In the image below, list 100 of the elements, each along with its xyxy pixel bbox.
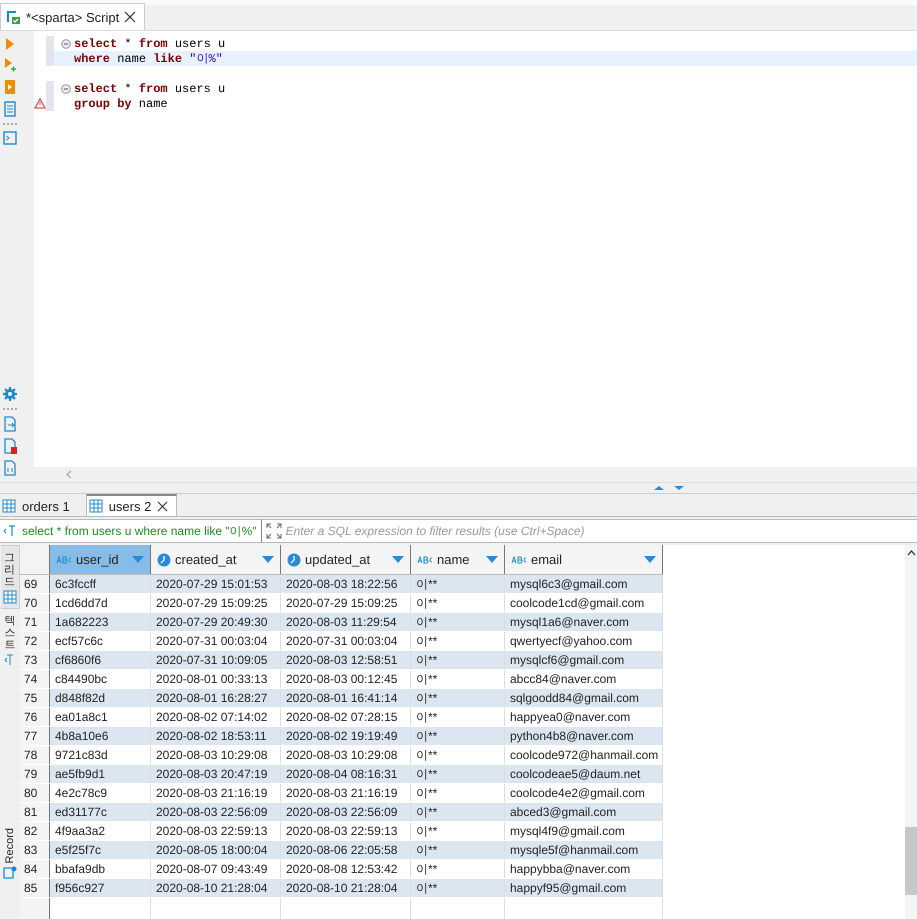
row-number: 85 bbox=[20, 878, 50, 898]
terminal-icon[interactable] bbox=[3, 131, 17, 145]
table-cell: 이** bbox=[410, 688, 504, 708]
maximize-icon[interactable] bbox=[652, 485, 666, 491]
table-cell: sqlgoodd84@gmail.com bbox=[504, 688, 662, 708]
editor-tab[interactable]: *<sparta> Script bbox=[0, 3, 146, 30]
code-line: select * from users u bbox=[74, 82, 226, 96]
table-cell: 2020-08-03 22:56:09 bbox=[150, 802, 280, 822]
filter-input[interactable]: Enter a SQL expression to filter results (use Ctrl+Space) bbox=[286, 519, 917, 543]
sort-dropdown-icon[interactable] bbox=[644, 556, 656, 563]
row-number: 72 bbox=[20, 632, 50, 650]
editor-tab-title: *<sparta> Script bbox=[26, 10, 120, 24]
filter-query: select * from users u where name like "이%" bbox=[22, 519, 262, 543]
table-cell: 6c3fccff bbox=[50, 574, 150, 594]
warning-icon bbox=[34, 98, 46, 109]
result-tab[interactable]: users 2 bbox=[86, 494, 178, 516]
script-icon bbox=[5, 9, 21, 25]
table-cell: 2020-07-31 10:09:05 bbox=[150, 650, 280, 670]
grid-icon bbox=[2, 499, 16, 513]
record-tab[interactable]: Record bbox=[1, 822, 19, 883]
export-icon[interactable] bbox=[3, 416, 17, 432]
table-cell: 이** bbox=[410, 726, 504, 746]
column-header[interactable]: updated_at bbox=[280, 545, 410, 574]
result-tab[interactable]: orders 1 bbox=[0, 496, 78, 516]
file-variable-icon[interactable] bbox=[3, 460, 17, 476]
row-number: 71 bbox=[20, 612, 50, 632]
file-error-icon[interactable] bbox=[3, 438, 17, 454]
explain-icon[interactable] bbox=[3, 79, 17, 95]
clock-icon bbox=[157, 552, 171, 566]
row-number: 73 bbox=[20, 650, 50, 670]
column-header[interactable]: created_at bbox=[150, 545, 280, 574]
table-cell: 2020-08-10 21:28:04 bbox=[280, 878, 410, 898]
document-icon[interactable] bbox=[3, 101, 17, 117]
table-cell: ae5fb9d1 bbox=[50, 764, 150, 784]
column-header[interactable]: user_id bbox=[50, 545, 150, 574]
table-cell: mysqle5f@hanmail.com bbox=[504, 840, 662, 860]
table-cell: 2020-08-01 16:41:14 bbox=[280, 688, 410, 708]
settings-icon[interactable] bbox=[2, 386, 18, 402]
table-cell: 이** bbox=[410, 650, 504, 670]
table-cell: 1a682223 bbox=[50, 612, 150, 632]
text-type-icon bbox=[511, 556, 527, 564]
scroll-up-icon[interactable] bbox=[906, 550, 916, 556]
table-cell: mysql6c3@gmail.com bbox=[504, 574, 662, 594]
grid-icon bbox=[88, 499, 103, 513]
sort-dropdown-icon[interactable] bbox=[486, 556, 498, 563]
table-cell: python4b8@naver.com bbox=[504, 726, 662, 746]
row-number: 77 bbox=[20, 726, 50, 746]
text-cursor-icon bbox=[4, 654, 16, 666]
table-cell: 2020-08-06 22:05:58 bbox=[280, 840, 410, 860]
table-cell: 2020-08-04 08:16:31 bbox=[280, 764, 410, 784]
row-number: 79 bbox=[20, 764, 50, 784]
close-icon[interactable] bbox=[157, 500, 168, 512]
table-cell: f956c927 bbox=[50, 878, 150, 898]
sort-dropdown-icon[interactable] bbox=[262, 556, 274, 563]
row-number: 69 bbox=[20, 574, 50, 594]
row-number: 82 bbox=[20, 822, 50, 840]
row-number: 80 bbox=[20, 784, 50, 802]
column-header[interactable]: name bbox=[410, 545, 504, 574]
table-cell: 2020-08-10 21:28:04 bbox=[150, 878, 280, 898]
row-number: 78 bbox=[20, 746, 50, 764]
table-cell: 2020-08-03 20:47:19 bbox=[150, 764, 280, 784]
run-icon[interactable] bbox=[4, 37, 16, 51]
table-cell: e5f25f7c bbox=[50, 840, 150, 860]
expand-icon[interactable] bbox=[266, 523, 282, 539]
table-cell: 2020-08-02 18:53:11 bbox=[150, 726, 280, 746]
statement-marker bbox=[46, 81, 54, 111]
table-cell: 2020-08-03 11:29:54 bbox=[280, 612, 410, 632]
grid-icon bbox=[2, 590, 16, 604]
table-cell: 2020-08-01 16:28:27 bbox=[150, 688, 280, 708]
table-cell: 이** bbox=[410, 764, 504, 784]
code-line: where name like "이%" bbox=[74, 51, 223, 67]
table-cell: 이** bbox=[410, 802, 504, 822]
sort-dropdown-icon[interactable] bbox=[392, 556, 404, 563]
table-cell: 이** bbox=[410, 574, 504, 594]
column-header[interactable]: email bbox=[504, 545, 662, 574]
scrollbar-thumb[interactable] bbox=[905, 827, 917, 895]
row-number: 84 bbox=[20, 860, 50, 878]
run-script-icon[interactable] bbox=[3, 57, 17, 73]
close-icon[interactable] bbox=[124, 11, 136, 23]
record-icon bbox=[3, 865, 17, 879]
side-tab[interactable]: 텍스트 bbox=[1, 609, 19, 670]
code-line: select * from users u bbox=[74, 36, 226, 50]
side-tab[interactable]: 그리드 bbox=[0, 545, 20, 610]
table-cell: 이** bbox=[410, 840, 504, 860]
row-number: 76 bbox=[20, 708, 50, 726]
scroll-left-icon[interactable] bbox=[66, 470, 72, 479]
table-cell: 이** bbox=[410, 878, 504, 898]
table-cell: 2020-08-03 18:22:56 bbox=[280, 574, 410, 594]
code-line: group by name bbox=[74, 96, 168, 110]
statement-marker bbox=[46, 36, 54, 66]
table-cell: 2020-08-05 18:00:04 bbox=[150, 840, 280, 860]
row-number: 83 bbox=[20, 840, 50, 860]
minimize-icon[interactable] bbox=[672, 485, 686, 491]
collapse-icon[interactable] bbox=[61, 38, 71, 48]
text-type-icon bbox=[417, 556, 433, 564]
collapse-icon[interactable] bbox=[61, 84, 71, 94]
table-cell: d848f82d bbox=[50, 688, 150, 708]
code-editor[interactable]: select * from users u where name like "이%" select * from users u group by name bbox=[34, 31, 917, 467]
sort-dropdown-icon[interactable] bbox=[132, 556, 144, 563]
table-cell: abced3@gmail.com bbox=[504, 802, 662, 822]
